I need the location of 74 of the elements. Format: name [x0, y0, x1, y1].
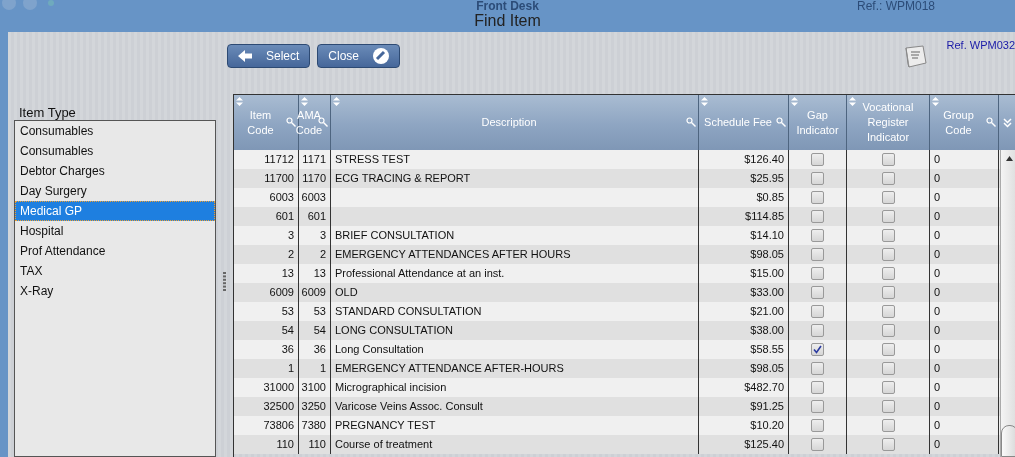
checkbox[interactable]	[811, 172, 824, 185]
splitter-grip-icon	[223, 271, 226, 292]
table-cell: 0	[930, 435, 999, 454]
list-item[interactable]: Hospital	[15, 221, 215, 241]
table-cell: 110	[299, 435, 331, 454]
search-icon	[986, 117, 996, 127]
item-type-label: Item Type	[19, 106, 77, 120]
checkbox[interactable]	[811, 419, 824, 432]
search-icon	[286, 117, 296, 127]
checkbox[interactable]	[811, 153, 824, 166]
checkbox[interactable]	[881, 229, 895, 242]
list-item[interactable]: Debtor Charges	[15, 161, 215, 181]
list-item[interactable]: Consumables	[15, 141, 215, 161]
reference-code: Ref. WPM032	[946, 39, 1015, 51]
checkbox[interactable]	[881, 343, 895, 356]
list-item[interactable]: Day Surgery	[15, 181, 215, 201]
checkbox[interactable]	[881, 438, 895, 451]
app-reference: Ref.: WPM018	[856, 0, 935, 12]
checkbox[interactable]	[881, 210, 895, 223]
sort-icon	[932, 97, 939, 106]
list-item[interactable]: X-Ray	[15, 281, 215, 301]
sort-icon	[301, 97, 308, 106]
checkbox[interactable]	[881, 248, 895, 261]
checkbox[interactable]	[881, 324, 895, 337]
checkbox[interactable]	[811, 210, 824, 223]
checkbox[interactable]	[881, 153, 895, 166]
checkbox[interactable]	[881, 267, 895, 280]
list-item[interactable]: Medical GP	[15, 201, 215, 221]
cancel-icon	[373, 48, 390, 64]
checkbox[interactable]	[811, 362, 824, 375]
sort-icon	[791, 97, 798, 106]
scroll-thumb[interactable]	[1001, 425, 1015, 457]
keyboard-key-icon	[903, 45, 927, 69]
sort-icon	[701, 97, 708, 106]
scroll-up-icon[interactable]	[1006, 156, 1013, 161]
checkbox[interactable]	[881, 400, 895, 413]
checkbox[interactable]	[811, 381, 824, 394]
search-icon	[776, 117, 786, 127]
checkbox[interactable]	[811, 248, 824, 261]
checkbox[interactable]	[881, 191, 895, 204]
checkbox[interactable]	[881, 286, 895, 299]
checkbox[interactable]	[881, 172, 895, 185]
checkbox[interactable]	[811, 324, 824, 337]
table-cell: $125.40	[699, 435, 789, 454]
checkbox[interactable]	[811, 286, 824, 299]
checkbox[interactable]	[811, 400, 824, 413]
window-controls-icon	[2, 0, 54, 10]
window-title: Find Item	[473, 12, 542, 30]
sort-icon	[236, 97, 243, 106]
scrollbar[interactable]	[1000, 150, 1015, 457]
checkbox[interactable]	[881, 305, 895, 318]
list-item[interactable]: Consumables	[15, 121, 215, 141]
table-cell: Course of treatment	[331, 435, 699, 454]
app-title: Front Desk	[476, 0, 539, 12]
checkbox[interactable]	[811, 343, 824, 356]
table-cell: 110	[234, 435, 299, 454]
list-item[interactable]: Prof Attendance	[15, 241, 215, 261]
sort-icon	[333, 97, 340, 106]
checkbox[interactable]	[811, 229, 824, 242]
checkbox[interactable]	[881, 419, 895, 432]
checkbox[interactable]	[811, 191, 824, 204]
checkbox[interactable]	[881, 381, 895, 394]
checkbox[interactable]	[881, 362, 895, 375]
checkbox[interactable]	[811, 305, 824, 318]
checkbox[interactable]	[811, 438, 824, 451]
arrow-left-icon	[238, 50, 252, 62]
search-icon	[318, 117, 328, 127]
list-item[interactable]: TAX	[15, 261, 215, 281]
sort-icon	[849, 97, 856, 106]
double-chevron-down-icon[interactable]	[1003, 117, 1012, 128]
close-button[interactable]: Close	[317, 44, 401, 68]
checkbox[interactable]	[811, 267, 824, 280]
select-button[interactable]: Select	[227, 44, 311, 68]
search-icon	[686, 117, 696, 127]
